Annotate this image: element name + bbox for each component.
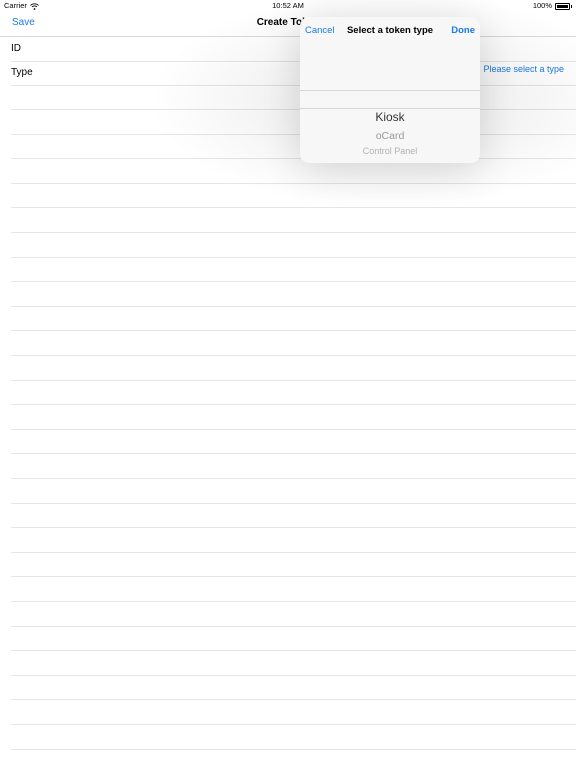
id-label: ID bbox=[11, 43, 21, 54]
picker-option-control-panel[interactable]: Control Panel bbox=[300, 146, 480, 156]
navigation-bar: Save Create Token bbox=[0, 12, 576, 37]
empty-table-row bbox=[11, 331, 576, 356]
done-button[interactable]: Done bbox=[451, 25, 475, 36]
battery-icon bbox=[555, 2, 570, 10]
empty-table-row bbox=[11, 183, 576, 209]
empty-table-row bbox=[11, 306, 576, 332]
empty-table-row bbox=[11, 626, 576, 652]
empty-table-row bbox=[11, 134, 576, 160]
picker-option-ocard[interactable]: oCard bbox=[300, 130, 480, 142]
battery-percent: 100% bbox=[532, 1, 552, 10]
type-value[interactable]: Please select a type bbox=[483, 57, 564, 81]
empty-table-row bbox=[11, 282, 576, 307]
popover-header: Cancel Select a token type Done bbox=[300, 17, 480, 43]
status-bar: Carrier 10:52 AM 100% bbox=[0, 0, 576, 12]
empty-table-row bbox=[11, 651, 576, 676]
empty-table-row bbox=[11, 503, 576, 529]
status-time: 10:52 AM bbox=[272, 1, 304, 10]
empty-table-row bbox=[11, 602, 576, 627]
empty-table-row bbox=[11, 577, 576, 602]
battery-tip bbox=[571, 4, 572, 8]
empty-table-row bbox=[11, 429, 576, 455]
empty-table-row bbox=[11, 675, 576, 701]
type-row[interactable]: Type Please select a type bbox=[11, 61, 576, 86]
empty-table-row bbox=[11, 356, 576, 381]
type-label: Type bbox=[11, 67, 33, 78]
empty-table-row bbox=[11, 700, 576, 725]
picker-selection-line-bottom bbox=[300, 108, 480, 109]
status-right: 100% bbox=[533, 0, 572, 12]
picker-selection-line-top bbox=[300, 90, 480, 91]
empty-table-row bbox=[11, 110, 576, 135]
save-button[interactable]: Save bbox=[12, 17, 35, 28]
empty-table-row bbox=[11, 405, 576, 430]
picker-option-kiosk[interactable]: Kiosk bbox=[300, 110, 480, 124]
token-type-picker[interactable]: Kiosk oCard Control Panel bbox=[300, 43, 480, 163]
token-type-popover: Cancel Select a token type Done Kiosk oC… bbox=[300, 17, 480, 163]
empty-table-row bbox=[11, 159, 576, 184]
empty-table-row bbox=[11, 233, 576, 258]
empty-table-row bbox=[11, 380, 576, 406]
empty-table-row bbox=[11, 725, 576, 750]
empty-table-row bbox=[11, 528, 576, 553]
empty-table-row bbox=[11, 552, 576, 578]
empty-table-row bbox=[11, 208, 576, 233]
empty-table-row bbox=[11, 479, 576, 504]
empty-table-row bbox=[11, 257, 576, 283]
empty-table-row bbox=[11, 85, 576, 110]
empty-table-row bbox=[11, 454, 576, 479]
